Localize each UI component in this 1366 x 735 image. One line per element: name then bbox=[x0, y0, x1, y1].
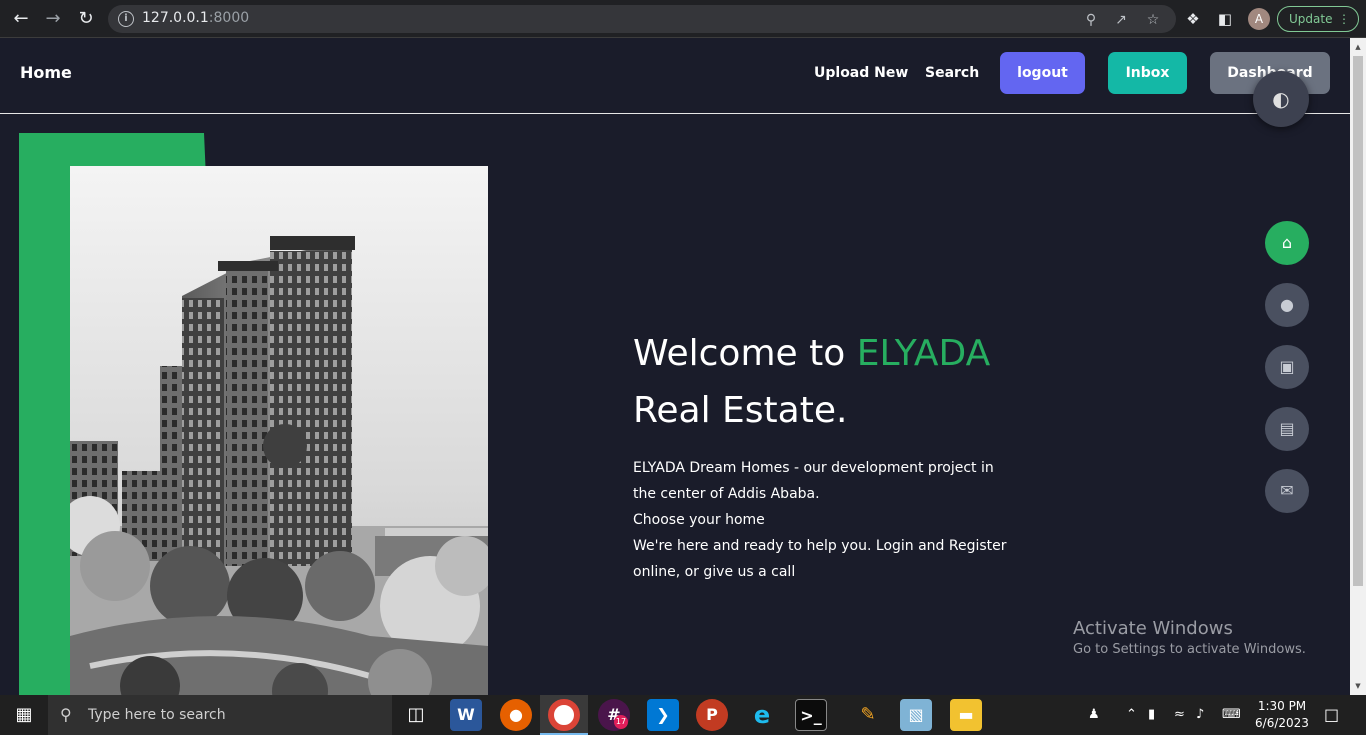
activate-windows-watermark: Activate Windows Go to Settings to activ… bbox=[1073, 618, 1306, 657]
bookmark-star-icon[interactable]: ☆ bbox=[1144, 11, 1162, 29]
brand-home-link[interactable]: Home bbox=[20, 63, 72, 82]
scroll-thumb[interactable] bbox=[1353, 56, 1363, 586]
battery-icon[interactable]: ▮ bbox=[1148, 695, 1155, 735]
people-icon[interactable]: ♟ bbox=[1088, 695, 1100, 735]
url-text: 127.0.0.1:8000 bbox=[142, 10, 250, 26]
more-menu-icon: ⋮ bbox=[1338, 12, 1350, 26]
profile-avatar[interactable]: A bbox=[1248, 8, 1270, 30]
windows-start-icon[interactable]: ▦ bbox=[0, 695, 48, 735]
notifications-icon[interactable]: □ bbox=[1324, 695, 1339, 735]
firefox-icon[interactable]: ● bbox=[500, 699, 532, 731]
address-bar[interactable]: i 127.0.0.1:8000 ⚲ ↗ ☆ bbox=[108, 5, 1176, 33]
search-icon: ⚲ bbox=[60, 705, 72, 724]
scroll-up-icon[interactable]: ▲ bbox=[1353, 42, 1363, 52]
reload-icon[interactable]: ↻ bbox=[75, 8, 97, 30]
briefcase-icon[interactable]: ▣ bbox=[1265, 345, 1309, 389]
user-icon[interactable]: ● bbox=[1265, 283, 1309, 327]
forward-arrow-icon[interactable]: → bbox=[42, 8, 64, 30]
volume-icon[interactable]: ♪ bbox=[1196, 695, 1204, 735]
hero-line: Choose your home bbox=[633, 512, 765, 528]
keyboard-icon[interactable]: ⌨ bbox=[1222, 695, 1241, 735]
brand-accent: ELYADA bbox=[856, 333, 991, 374]
card-icon[interactable]: ▤ bbox=[1265, 407, 1309, 451]
upload-new-link[interactable]: Upload New bbox=[814, 65, 908, 81]
postman-icon[interactable]: P bbox=[696, 699, 728, 731]
theme-toggle-icon[interactable]: ◐ bbox=[1253, 71, 1309, 127]
terminal-icon[interactable]: >_ bbox=[795, 699, 827, 731]
back-arrow-icon[interactable]: ← bbox=[10, 8, 32, 30]
hero-line: ELYADA Dream Homes - our development pro… bbox=[633, 460, 994, 502]
task-view-icon[interactable]: ◫ bbox=[400, 699, 432, 731]
building-photo bbox=[70, 166, 488, 695]
page: Home Upload New Search logout Inbox Dash… bbox=[0, 38, 1350, 695]
word-icon[interactable]: W bbox=[450, 699, 482, 731]
side-panel-icon[interactable]: ◧ bbox=[1215, 9, 1235, 29]
logout-button[interactable]: logout bbox=[1000, 52, 1085, 94]
paint-icon[interactable]: ✎ bbox=[852, 699, 884, 731]
search-link[interactable]: Search bbox=[925, 65, 979, 81]
chevron-up-icon[interactable]: ⌃ bbox=[1126, 695, 1137, 735]
hero-description: ELYADA Dream Homes - our development pro… bbox=[633, 455, 1013, 585]
home-icon[interactable]: ⌂ bbox=[1265, 221, 1309, 265]
file-explorer-icon[interactable]: ▬ bbox=[950, 699, 982, 731]
browser-update-button[interactable]: Update ⋮ bbox=[1277, 6, 1359, 32]
zoom-icon[interactable]: ⚲ bbox=[1082, 11, 1100, 29]
extensions-puzzle-icon[interactable]: ❖ bbox=[1183, 9, 1203, 29]
taskbar-clock[interactable]: 1:30 PM 6/6/2023 bbox=[1252, 698, 1312, 732]
hero-title: Welcome to ELYADA Real Estate. bbox=[633, 333, 991, 431]
chrome-icon[interactable] bbox=[548, 699, 580, 731]
site-info-icon[interactable]: i bbox=[118, 11, 134, 27]
taskbar-search-box[interactable]: ⚲ Type here to search bbox=[48, 695, 392, 735]
inbox-button[interactable]: Inbox bbox=[1108, 52, 1187, 94]
envelope-open-icon[interactable]: ✉ bbox=[1265, 469, 1309, 513]
scroll-down-icon[interactable]: ▼ bbox=[1353, 681, 1363, 691]
vscode-icon[interactable]: ❯ bbox=[647, 699, 679, 731]
site-header: Home Upload New Search logout Inbox Dash… bbox=[0, 38, 1350, 114]
notepad-icon[interactable]: ▧ bbox=[900, 699, 932, 731]
share-icon[interactable]: ↗ bbox=[1112, 11, 1130, 29]
browser-toolbar: ← → ↻ i 127.0.0.1:8000 ⚲ ↗ ☆ ❖ ◧ A Updat… bbox=[0, 0, 1366, 38]
slack-badge: 17 bbox=[614, 715, 628, 729]
hero-line: We're here and ready to help you. Login … bbox=[633, 538, 1007, 580]
edge-ie-icon[interactable]: e bbox=[746, 699, 778, 731]
page-scrollbar[interactable]: ▲ ▼ bbox=[1350, 38, 1366, 695]
wifi-icon[interactable]: ≈ bbox=[1174, 695, 1185, 735]
windows-taskbar: ▦ ⚲ Type here to search ◫ W ● # 17 ❯ P e… bbox=[0, 695, 1366, 735]
